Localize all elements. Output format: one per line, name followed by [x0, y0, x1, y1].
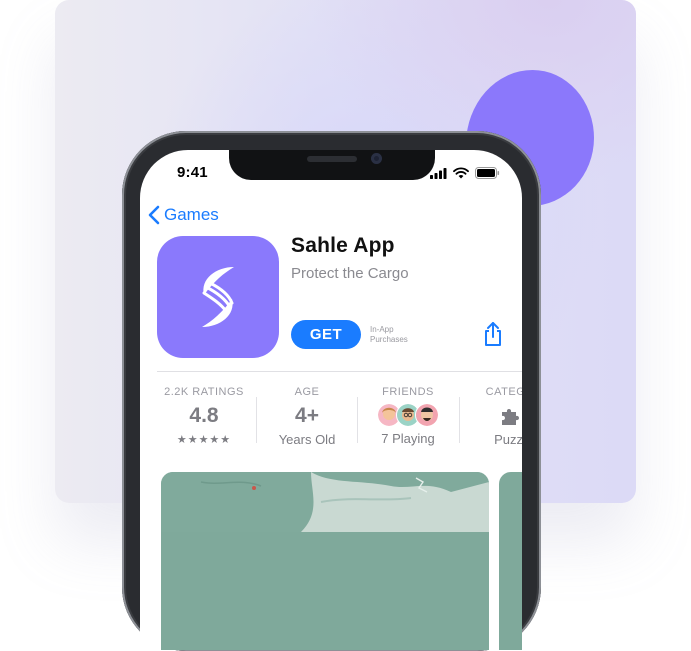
share-icon [485, 322, 501, 346]
app-icon[interactable] [157, 236, 279, 358]
front-camera [371, 153, 382, 164]
battery-icon [475, 167, 500, 179]
ratings-value: 4.8 [189, 404, 219, 427]
ratings-label: 2.2K RATINGS [164, 386, 244, 398]
avatar [415, 403, 439, 427]
stat-category: CATEGO Puzzl [460, 386, 522, 447]
header-divider [157, 371, 522, 372]
iap-line-2: Purchases [370, 335, 408, 344]
back-button[interactable]: Games [148, 205, 219, 225]
status-icons [430, 167, 500, 179]
friends-label: FRIENDS [382, 386, 434, 398]
friends-sub: 7 Playing [381, 431, 435, 446]
app-screenshot[interactable] [161, 472, 489, 650]
speaker-grille [307, 156, 357, 162]
status-time: 9:41 [177, 164, 208, 181]
stat-separator [357, 397, 358, 443]
back-label: Games [164, 205, 219, 224]
app-subtitle: Protect the Cargo [291, 265, 409, 282]
age-value: 4+ [295, 404, 319, 427]
sahle-logo-icon [202, 267, 234, 327]
phone-notch [229, 150, 435, 180]
age-sub: Years Old [278, 432, 336, 447]
age-label: AGE [294, 386, 320, 398]
puzzle-piece-icon [502, 409, 519, 425]
stat-friends[interactable]: FRIENDS 7 Playing [358, 386, 458, 446]
chevron-left-icon [148, 205, 160, 225]
signal-icon [430, 167, 447, 179]
stat-ratings: 2.2K RATINGS 4.8 ★★★★★ [154, 386, 254, 446]
rating-stars: ★★★★★ [176, 434, 232, 446]
category-label: CATEGO [485, 386, 522, 398]
app-title: Sahle App [291, 234, 395, 257]
wifi-icon [453, 167, 469, 179]
share-button[interactable] [483, 321, 503, 352]
iap-line-1: In-App [370, 325, 394, 334]
get-button[interactable]: GET [291, 320, 361, 349]
map-illustration [161, 472, 489, 532]
category-sub: Puzzl [494, 432, 522, 447]
stat-separator [256, 397, 257, 443]
app-screenshot[interactable] [499, 472, 522, 650]
stat-separator [459, 397, 460, 443]
stat-age: AGE 4+ Years Old [257, 386, 357, 447]
stats-row: 2.2K RATINGS 4.8 ★★★★★ AGE 4+ Years Old … [140, 386, 522, 456]
in-app-purchases-note: In-App Purchases [370, 325, 408, 345]
category-icon-wrap [460, 404, 522, 428]
phone-screen: 9:41 Games Sahle App Protect the Cargo G… [140, 150, 522, 650]
friend-avatars [358, 403, 458, 427]
